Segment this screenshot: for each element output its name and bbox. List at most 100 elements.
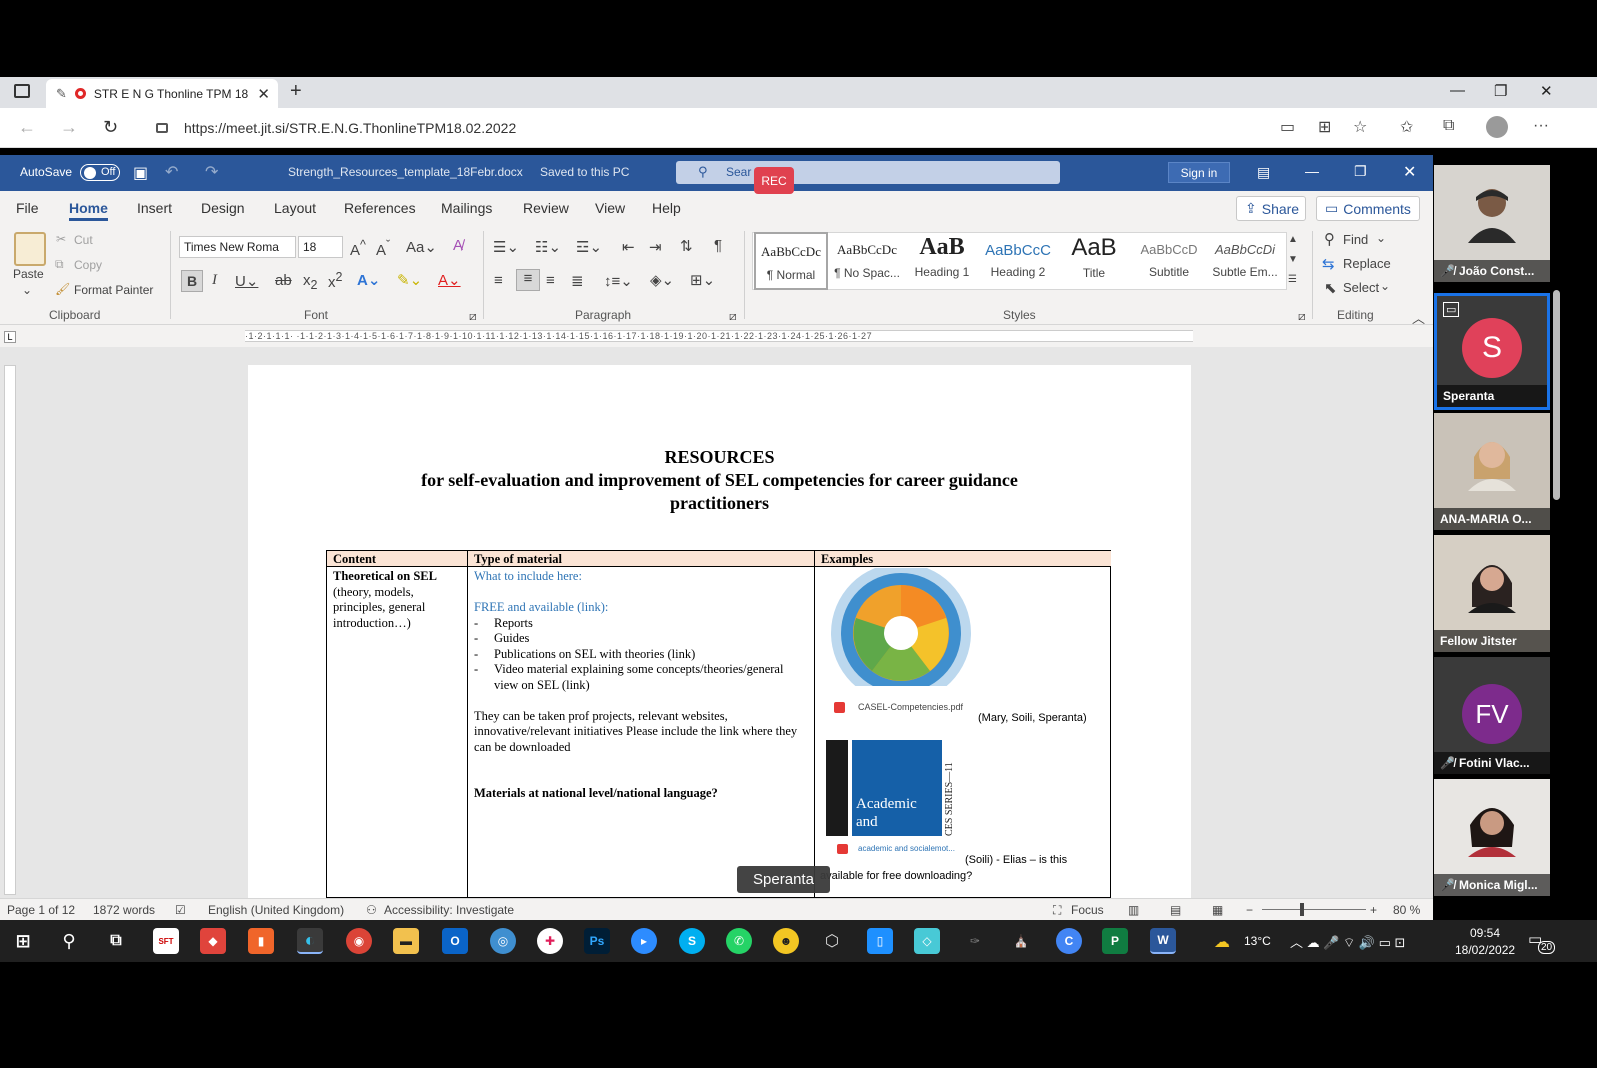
favorite-add-icon[interactable]: ☆ bbox=[1353, 117, 1367, 137]
app-icon[interactable]: C bbox=[1056, 928, 1082, 954]
superscript-icon[interactable]: x2 bbox=[328, 270, 342, 291]
tab-review[interactable]: Review bbox=[523, 200, 569, 216]
skype-icon[interactable]: S bbox=[679, 928, 705, 954]
sort-icon[interactable]: ⇅ bbox=[680, 237, 693, 255]
web-layout-icon[interactable]: ▦ bbox=[1212, 903, 1223, 917]
bullets-icon[interactable]: ☰⌄ bbox=[493, 238, 519, 256]
clock-date[interactable]: 18/02/2022 bbox=[1455, 943, 1515, 957]
borders-icon[interactable]: ⊞⌄ bbox=[690, 271, 715, 289]
clock-time[interactable]: 09:54 bbox=[1470, 926, 1500, 940]
word-restore-icon[interactable]: ❐ bbox=[1354, 163, 1367, 180]
whatsapp-icon[interactable]: ✆ bbox=[726, 928, 752, 954]
more-icon[interactable]: ··· bbox=[1533, 117, 1549, 135]
cut-button[interactable]: Cut bbox=[74, 233, 93, 247]
participant-tile[interactable]: 🎤̸ João Const... bbox=[1434, 165, 1550, 282]
vertical-ruler[interactable] bbox=[4, 365, 16, 895]
clear-formatting-icon[interactable]: A̸ bbox=[453, 237, 463, 254]
redo-icon[interactable]: ↷ bbox=[205, 162, 218, 182]
tab-file[interactable]: File bbox=[16, 200, 39, 216]
style-heading-2[interactable]: AaBbCcC Heading 2 bbox=[981, 232, 1055, 290]
office-icon[interactable]: ▮ bbox=[248, 928, 274, 954]
zoom-slider-thumb[interactable] bbox=[1300, 903, 1304, 916]
zoom-icon[interactable]: ▸ bbox=[631, 928, 657, 954]
ribbon-display-icon[interactable]: ▤ bbox=[1257, 164, 1270, 181]
restore-icon[interactable]: ❐ bbox=[1494, 82, 1507, 100]
saved-status[interactable]: Saved to this PC bbox=[540, 165, 629, 179]
shrink-font-icon[interactable]: Aˇ bbox=[376, 238, 390, 259]
tab-stop-selector-icon[interactable]: L bbox=[4, 331, 16, 343]
tab-references[interactable]: References bbox=[344, 200, 416, 216]
close-window-icon[interactable]: ✕ bbox=[1540, 82, 1553, 100]
align-center-icon[interactable]: ≡ bbox=[516, 269, 540, 291]
style-no-spacing[interactable]: AaBbCcDc ¶ No Spac... bbox=[830, 232, 904, 290]
project-icon[interactable]: P bbox=[1102, 928, 1128, 954]
decrease-indent-icon[interactable]: ⇤ bbox=[622, 238, 635, 256]
print-layout-icon[interactable]: ▤ bbox=[1170, 903, 1181, 917]
copy-button[interactable]: Copy bbox=[74, 258, 102, 272]
tab-layout[interactable]: Layout bbox=[274, 200, 316, 216]
app-icon[interactable]: ⛪ bbox=[1008, 928, 1034, 954]
styles-scroll-down-icon[interactable]: ▼ bbox=[1288, 254, 1298, 265]
word-count[interactable]: 1872 words bbox=[93, 903, 155, 917]
participant-tile[interactable]: FV 🎤̸ Fotini Vlac... bbox=[1434, 657, 1550, 774]
show-formatting-icon[interactable]: ¶ bbox=[714, 237, 722, 254]
anydesk-icon[interactable]: ◆ bbox=[200, 928, 226, 954]
replace-button[interactable]: Replace bbox=[1343, 256, 1391, 271]
horizontal-ruler[interactable]: ·1·2·1·1·1· ·1·1·2·1·3·1·4·1·5·1·6·1·7·1… bbox=[245, 330, 1193, 342]
tab-view[interactable]: View bbox=[595, 200, 625, 216]
collections-icon[interactable]: ⧉ bbox=[1443, 117, 1454, 135]
profile-icon[interactable] bbox=[1486, 116, 1508, 138]
tab-design[interactable]: Design bbox=[201, 200, 245, 216]
select-button[interactable]: Select bbox=[1343, 280, 1379, 295]
style-normal[interactable]: AaBbCcDc ¶ Normal bbox=[754, 232, 828, 290]
app-icon[interactable]: ✑ bbox=[962, 928, 988, 954]
bold-icon[interactable]: B bbox=[181, 270, 203, 292]
camera-icon[interactable]: ▭ bbox=[1280, 117, 1295, 137]
tab-home[interactable]: Home bbox=[69, 200, 108, 221]
proofing-icon[interactable]: ☑ bbox=[175, 903, 186, 917]
italic-icon[interactable]: I bbox=[212, 272, 217, 289]
slack-icon[interactable]: ✚ bbox=[537, 928, 563, 954]
temperature[interactable]: 13°C bbox=[1244, 934, 1271, 948]
file-explorer-icon[interactable]: ▬ bbox=[393, 928, 419, 954]
tab-mailings[interactable]: Mailings bbox=[441, 200, 492, 216]
word-close-icon[interactable]: ✕ bbox=[1403, 162, 1416, 182]
system-tray-icons[interactable]: ︿ ☁ 🎤 ⌔ 🔊 ▭ ⊡ bbox=[1290, 932, 1405, 951]
font-size-field[interactable]: 18 bbox=[298, 236, 343, 258]
participant-tile-active[interactable]: ▭ S Speranta bbox=[1434, 293, 1550, 410]
minimize-icon[interactable]: — bbox=[1450, 82, 1465, 99]
favorites-icon[interactable]: ✩ bbox=[1400, 117, 1413, 137]
style-subtitle[interactable]: AaBbCcD Subtitle bbox=[1132, 232, 1206, 290]
undo-icon[interactable]: ↶ bbox=[165, 162, 178, 182]
language[interactable]: English (United Kingdom) bbox=[208, 903, 344, 917]
browser-tab[interactable]: ✎ STR E N G Thonline TPM 18 ✕ bbox=[46, 79, 278, 108]
justify-icon[interactable]: ≣ bbox=[571, 272, 584, 290]
align-right-icon[interactable]: ≡ bbox=[546, 272, 555, 289]
taskbar-search-icon[interactable]: ⚲ bbox=[56, 928, 82, 954]
casel-wheel-image[interactable] bbox=[830, 568, 972, 694]
filmstrip-scrollbar[interactable] bbox=[1553, 290, 1560, 500]
start-icon[interactable]: ⊞ bbox=[10, 928, 36, 954]
new-tab-icon[interactable]: + bbox=[290, 80, 302, 103]
accessibility-status[interactable]: Accessibility: Investigate bbox=[384, 903, 514, 917]
styles-more-icon[interactable]: ☰ bbox=[1288, 274, 1297, 285]
shading-icon[interactable]: ◈⌄ bbox=[650, 271, 674, 289]
task-view-icon[interactable]: ⧉ bbox=[103, 928, 129, 954]
styles-scroll-up-icon[interactable]: ▲ bbox=[1288, 234, 1298, 245]
forward-icon[interactable]: → bbox=[60, 117, 78, 138]
change-case-icon[interactable]: Aa⌄ bbox=[406, 238, 437, 256]
participant-tile[interactable]: ANA-MARIA O... bbox=[1434, 413, 1550, 530]
increase-indent-icon[interactable]: ⇥ bbox=[649, 238, 662, 256]
grow-font-icon[interactable]: A^ bbox=[350, 238, 366, 259]
search-box[interactable]: ⚲ Sear bbox=[676, 161, 1060, 184]
app-icon[interactable]: ▯ bbox=[867, 928, 893, 954]
tab-actions-icon[interactable] bbox=[14, 84, 30, 98]
tab-help[interactable]: Help bbox=[652, 200, 681, 216]
zoom-level[interactable]: 80 % bbox=[1393, 903, 1420, 917]
comments-button[interactable]: ▭ Comments bbox=[1316, 196, 1420, 221]
strikethrough-icon[interactable]: ab bbox=[275, 272, 292, 289]
resources-table[interactable]: Content Type of material Examples Theore… bbox=[326, 550, 1111, 898]
app-icon[interactable]: ☻ bbox=[773, 928, 799, 954]
refresh-icon[interactable]: ↻ bbox=[103, 117, 118, 138]
close-tab-icon[interactable]: ✕ bbox=[257, 85, 270, 103]
